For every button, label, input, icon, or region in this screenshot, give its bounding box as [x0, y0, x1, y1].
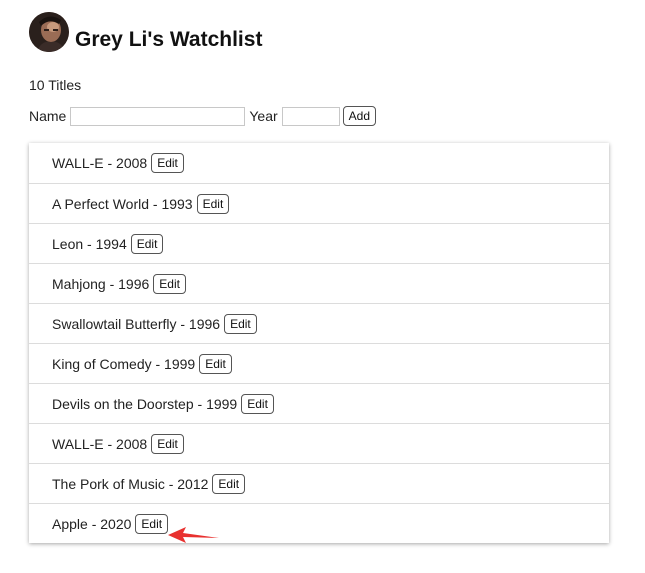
- list-item: A Perfect World - 1993 Edit: [29, 183, 609, 223]
- movie-title: WALL-E - 2008: [52, 155, 148, 171]
- movie-list: WALL-E - 2008 Edit A Perfect World - 199…: [29, 143, 609, 543]
- edit-button[interactable]: Edit: [135, 513, 169, 534]
- list-item: WALL-E - 2008 Edit: [29, 423, 609, 463]
- add-button[interactable]: Add: [342, 106, 377, 126]
- movie-title: The Pork of Music - 2012: [52, 475, 209, 492]
- list-item: WALL-E - 2008 Edit: [29, 143, 609, 183]
- edit-button[interactable]: Edit: [151, 433, 184, 454]
- edit-button[interactable]: Edit: [153, 273, 186, 294]
- movie-title: King of Comedy - 1999: [52, 355, 196, 372]
- movie-title: WALL-E - 2008: [52, 435, 148, 452]
- edit-button[interactable]: Edit: [241, 393, 274, 414]
- movie-title: Devils on the Doorstep - 1999: [52, 395, 238, 412]
- list-item: Mahjong - 1996 Edit: [29, 263, 609, 303]
- list-item: Apple - 2020 Edit: [29, 503, 609, 543]
- list-item: Leon - 1994 Edit: [29, 223, 609, 263]
- movie-title: Apple - 2020: [52, 515, 132, 532]
- page-title: Grey Li's Watchlist: [75, 28, 263, 51]
- titles-count: 10 Titles: [29, 77, 82, 93]
- edit-button[interactable]: Edit: [212, 473, 246, 494]
- movie-title: Swallowtail Butterfly - 1996: [52, 315, 221, 332]
- edit-button[interactable]: Edit: [199, 353, 232, 374]
- edit-button[interactable]: Edit: [224, 313, 257, 334]
- list-item: King of Comedy - 1999 Edit: [29, 343, 609, 383]
- edit-button[interactable]: Edit: [196, 193, 230, 214]
- add-movie-form: Name Year Add: [29, 106, 377, 126]
- year-input[interactable]: [281, 106, 340, 126]
- user-avatar-icon: [29, 12, 69, 52]
- avatar: [29, 12, 69, 52]
- edit-button[interactable]: Edit: [151, 153, 184, 173]
- name-input[interactable]: [70, 106, 246, 126]
- movie-title: A Perfect World - 1993: [52, 195, 193, 212]
- movie-title: Mahjong - 1996: [52, 275, 150, 292]
- year-label: Year: [249, 108, 278, 124]
- list-item: The Pork of Music - 2012 Edit: [29, 463, 609, 503]
- list-item: Swallowtail Butterfly - 1996 Edit: [29, 303, 609, 343]
- list-item: Devils on the Doorstep - 1999 Edit: [29, 383, 609, 423]
- name-label: Name: [29, 108, 67, 124]
- watchlist-page: Grey Li's Watchlist 10 Titles Name Year …: [0, 0, 645, 573]
- movie-title: Leon - 1994: [52, 235, 127, 252]
- page-header: Grey Li's Watchlist: [29, 12, 262, 52]
- edit-button[interactable]: Edit: [130, 233, 164, 254]
- red-arrow-icon: [168, 527, 219, 543]
